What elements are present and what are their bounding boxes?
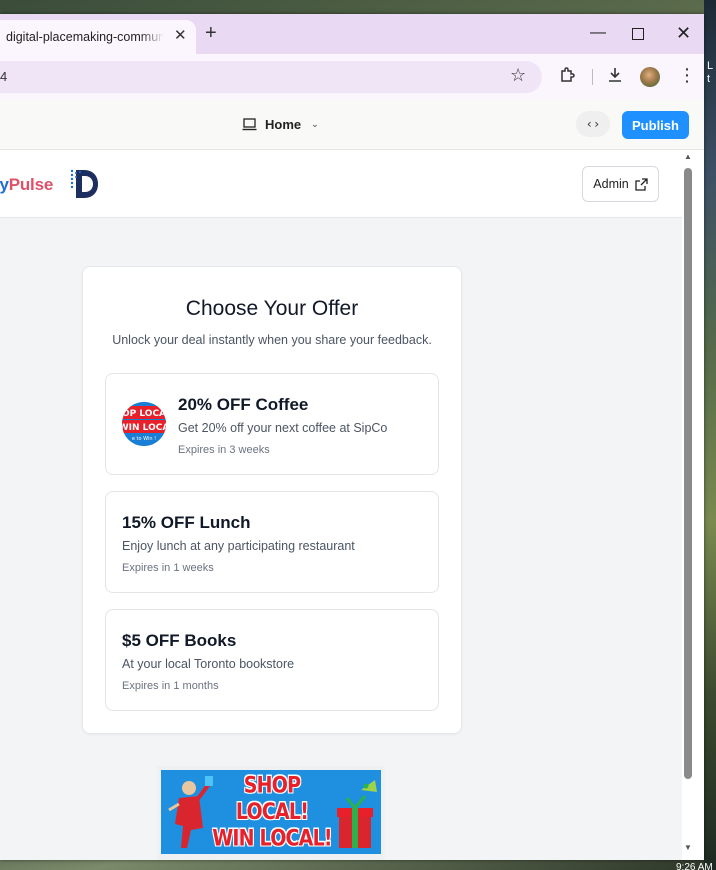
- brand-logo-icon: [70, 169, 98, 198]
- brand-name-part-2: Pulse: [8, 175, 54, 194]
- maximize-button[interactable]: [632, 28, 644, 40]
- shop-local-banner: SHOP LOCAL! WIN LOCAL!: [157, 766, 385, 860]
- desktop-wallpaper: [704, 0, 716, 870]
- offer-text: 15% OFF Lunch Enjoy lunch at any partici…: [122, 512, 355, 575]
- offer-description: Enjoy lunch at any participating restaur…: [122, 539, 355, 553]
- offer-expiry: Expires in 1 weeks: [122, 562, 214, 574]
- laptop-icon: [242, 118, 257, 131]
- download-icon[interactable]: [606, 66, 624, 84]
- offer-expiry: Expires in 3 weeks: [178, 444, 270, 456]
- offer-card: Choose Your Offer Unlock your deal insta…: [82, 266, 462, 734]
- site-preview: tyPulse Admin Choose Your Offer Unlock y…: [0, 150, 694, 860]
- offer-expiry: Expires in 1 months: [122, 680, 219, 692]
- offer-item[interactable]: OP LOCA WIN LOCA e to Win ! 20% OFF Coff…: [105, 373, 439, 475]
- offer-heading: Choose Your Offer: [185, 297, 359, 320]
- thumbnail-image: OP LOCA WIN LOCA e to Win !: [122, 402, 166, 446]
- editor-header: Home ⌄ ‹› Publish: [0, 100, 704, 150]
- desktop-edge-text: L t: [707, 60, 713, 86]
- browser-menu-icon[interactable]: ⋮: [678, 66, 696, 84]
- brand-name[interactable]: tyPulse: [0, 175, 53, 195]
- desktop-text-1: L: [707, 60, 714, 72]
- browser-tab[interactable]: digital-placemaking-community ✕: [0, 20, 196, 54]
- address-bar-text: 4: [0, 69, 8, 84]
- page-selector-label: Home: [265, 117, 302, 132]
- site-header: tyPulse Admin: [0, 150, 694, 218]
- offer-title: 15% OFF Lunch: [122, 513, 251, 532]
- admin-button[interactable]: Admin: [582, 166, 659, 202]
- close-window-button[interactable]: ✕: [676, 24, 691, 42]
- offer-title: $5 OFF Books: [122, 631, 237, 650]
- thumb-line-1: OP LOCA: [122, 409, 166, 419]
- offer-subheading: Unlock your deal instantly when you shar…: [112, 333, 432, 347]
- desktop-text-2: t: [707, 73, 711, 85]
- external-link-icon: [635, 177, 648, 191]
- thumb-line-2: WIN LOCA: [122, 423, 166, 433]
- code-view-toggle[interactable]: ‹›: [576, 111, 610, 137]
- scroll-down-arrow-icon[interactable]: ▼: [684, 843, 692, 852]
- banner-line-2: WIN LOCAL!: [212, 825, 332, 852]
- new-tab-button[interactable]: +: [205, 23, 217, 43]
- shop-local-thumbnail: OP LOCA WIN LOCA e to Win !: [122, 402, 166, 446]
- offer-description: Get 20% off your next coffee at SipCo: [178, 421, 388, 435]
- offer-text: $5 OFF Books At your local Toronto books…: [122, 630, 294, 693]
- minimize-button[interactable]: —: [590, 24, 606, 42]
- extensions-icon[interactable]: [558, 66, 576, 84]
- taskbar-clock: 9:26 AM: [676, 862, 713, 870]
- brand-name-part-1: ty: [0, 175, 9, 194]
- tab-close-icon[interactable]: ✕: [174, 28, 187, 44]
- offer-item[interactable]: 15% OFF Lunch Enjoy lunch at any partici…: [105, 491, 439, 593]
- admin-label: Admin: [593, 177, 629, 191]
- offer-text: 20% OFF Coffee Get 20% off your next cof…: [178, 394, 387, 457]
- profile-avatar[interactable]: [640, 67, 660, 87]
- offer-description: At your local Toronto bookstore: [122, 657, 295, 671]
- bookmark-star-icon[interactable]: ☆: [510, 66, 526, 84]
- page-selector[interactable]: Home ⌄: [242, 117, 319, 132]
- banner-line-1: SHOP LOCAL!: [235, 772, 309, 825]
- chevron-down-icon: ⌄: [311, 119, 319, 129]
- publish-button[interactable]: Publish: [622, 111, 689, 139]
- browser-toolbar: 4 ☆ ⋮: [0, 54, 704, 100]
- tab-strip: digital-placemaking-community ✕ + — ✕: [0, 14, 704, 54]
- banner-image: SHOP LOCAL! WIN LOCAL!: [161, 770, 381, 854]
- banner-headline: SHOP LOCAL! WIN LOCAL!: [207, 773, 337, 852]
- offer-item[interactable]: $5 OFF Books At your local Toronto books…: [105, 609, 439, 711]
- toolbar-divider: [592, 69, 593, 85]
- offer-title: 20% OFF Coffee: [178, 395, 309, 414]
- tab-title: digital-placemaking-community: [6, 30, 164, 44]
- thumb-line-3: e to Win !: [132, 436, 156, 442]
- scroll-up-arrow-icon[interactable]: ▲: [684, 152, 692, 161]
- scrollbar-thumb[interactable]: [684, 168, 692, 779]
- address-bar[interactable]: [0, 61, 542, 93]
